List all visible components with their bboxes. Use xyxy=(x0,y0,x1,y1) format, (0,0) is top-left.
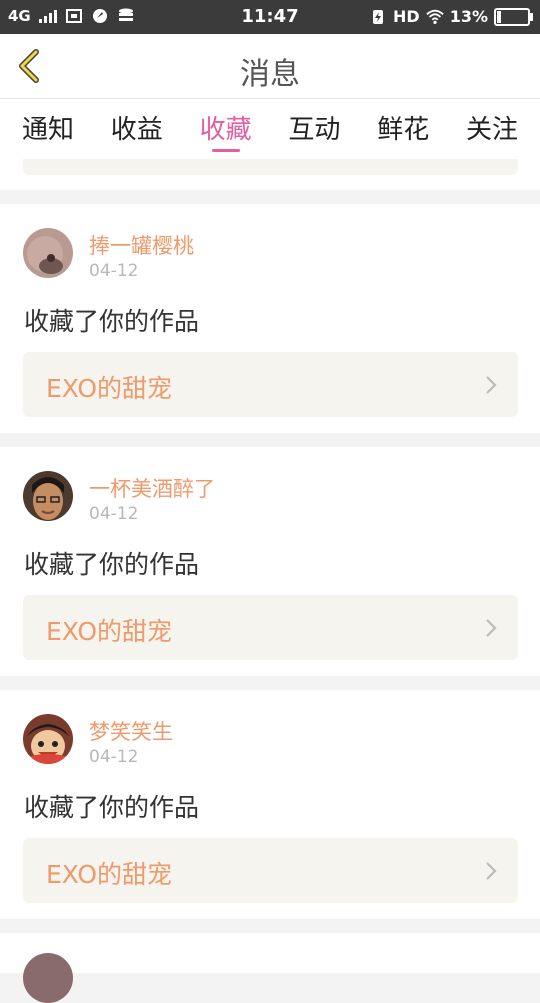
list-item-partial xyxy=(0,159,540,190)
action-text: 收藏了你的作品 xyxy=(24,550,200,579)
hd-label: HD xyxy=(393,7,420,26)
tab-interaction[interactable]: 互动 xyxy=(288,99,340,159)
list-item: 梦笑笑生 04-12 收藏了你的作品 EXO的甜宠 xyxy=(0,690,540,919)
action-text: 收藏了你的作品 xyxy=(24,793,200,822)
date: 04-12 xyxy=(89,261,139,281)
battery-saver-icon xyxy=(373,9,384,24)
work-title: EXO的甜宠 xyxy=(46,374,173,403)
page-title: 消息 xyxy=(240,57,300,92)
username[interactable]: 梦笑笑生 xyxy=(89,716,173,746)
avatar[interactable] xyxy=(23,471,73,521)
avatar[interactable] xyxy=(23,953,73,1003)
tab-notify[interactable]: 通知 xyxy=(22,99,74,159)
header: 消息 xyxy=(0,34,540,99)
message-list: 捧一罐樱桃 04-12 收藏了你的作品 EXO的甜宠 一杯美酒醉了 04-12 … xyxy=(0,159,540,1003)
list-item: 一杯美酒醉了 04-12 收藏了你的作品 EXO的甜宠 xyxy=(0,447,540,676)
battery-icon xyxy=(494,7,533,26)
chevron-right-icon xyxy=(486,862,497,880)
chevron-right-icon xyxy=(486,619,497,637)
tab-favorites[interactable]: 收藏 xyxy=(200,99,252,159)
work-title: EXO的甜宠 xyxy=(46,860,173,889)
work-link[interactable]: EXO的甜宠 xyxy=(23,352,518,417)
work-card-partial[interactable] xyxy=(23,159,518,175)
tab-earnings[interactable]: 收益 xyxy=(111,99,163,159)
action-text: 收藏了你的作品 xyxy=(24,307,200,336)
date: 04-12 xyxy=(89,747,139,767)
status-bar: 4G 11:47 HD 13% xyxy=(0,0,540,34)
tab-follow[interactable]: 关注 xyxy=(466,99,518,159)
work-title: EXO的甜宠 xyxy=(46,617,173,646)
date: 04-12 xyxy=(89,504,139,524)
tab-flowers[interactable]: 鲜花 xyxy=(377,99,429,159)
tab-bar: 通知 收益 收藏 互动 鲜花 关注 xyxy=(0,99,540,159)
status-right: HD 13% xyxy=(369,7,533,26)
wifi-icon xyxy=(426,9,444,24)
username[interactable]: 捧一罐樱桃 xyxy=(89,230,194,260)
avatar[interactable] xyxy=(23,714,73,764)
work-link[interactable]: EXO的甜宠 xyxy=(23,838,518,903)
chevron-right-icon xyxy=(486,376,497,394)
username[interactable]: 一杯美酒醉了 xyxy=(89,473,215,503)
list-item-partial xyxy=(0,933,540,1003)
work-link[interactable]: EXO的甜宠 xyxy=(23,595,518,660)
list-item: 捧一罐樱桃 04-12 收藏了你的作品 EXO的甜宠 xyxy=(0,204,540,433)
avatar[interactable] xyxy=(23,228,73,278)
battery-percent: 13% xyxy=(449,7,488,26)
